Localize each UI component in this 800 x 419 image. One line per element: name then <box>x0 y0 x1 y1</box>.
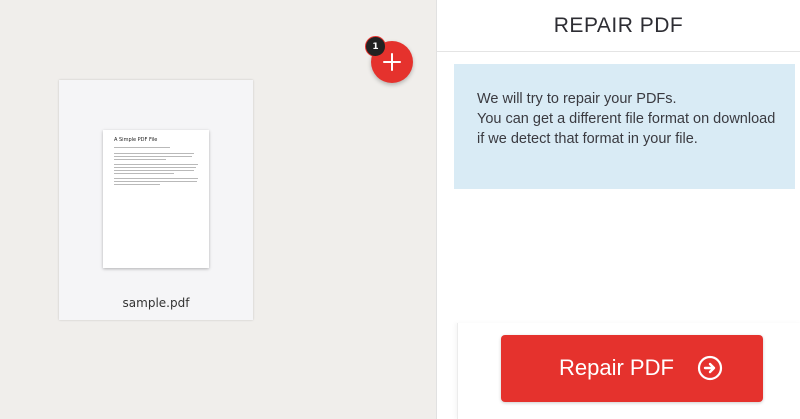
tool-sidebar: REPAIR PDF We will try to repair your PD… <box>436 0 800 419</box>
file-workspace: A Simple PDF File sample.pdf 1 <box>0 0 436 419</box>
plus-icon <box>383 53 401 71</box>
thumbnail-text-line <box>114 153 194 154</box>
pdf-page-thumbnail: A Simple PDF File <box>103 130 209 268</box>
thumbnail-text-line <box>114 181 197 182</box>
thumbnail-text-line <box>114 156 192 157</box>
thumbnail-text-line <box>114 147 170 148</box>
info-box: We will try to repair your PDFs. You can… <box>454 64 795 189</box>
thumbnail-text-line <box>114 173 174 174</box>
repair-button-label: Repair PDF <box>559 355 674 380</box>
info-text-line-1: We will try to repair your PDFs. <box>477 91 677 107</box>
arrow-right-circle-icon <box>697 355 723 381</box>
file-card[interactable]: A Simple PDF File sample.pdf <box>59 80 253 320</box>
thumbnail-doc-title: A Simple PDF File <box>114 137 158 143</box>
thumbnail-text-line <box>114 184 160 185</box>
info-text-line-2: You can get a different file format on d… <box>477 111 776 147</box>
file-name-label: sample.pdf <box>122 296 190 310</box>
thumbnail-text-line <box>114 170 194 171</box>
file-count-badge: 1 <box>365 36 386 57</box>
thumbnail-text-line <box>114 159 166 160</box>
thumbnail-text-line <box>114 178 198 179</box>
repair-pdf-button[interactable]: Repair PDF <box>501 335 763 402</box>
sidebar-title: REPAIR PDF <box>437 0 800 52</box>
thumbnail-text-line <box>114 164 198 165</box>
thumbnail-text-line <box>114 167 196 168</box>
